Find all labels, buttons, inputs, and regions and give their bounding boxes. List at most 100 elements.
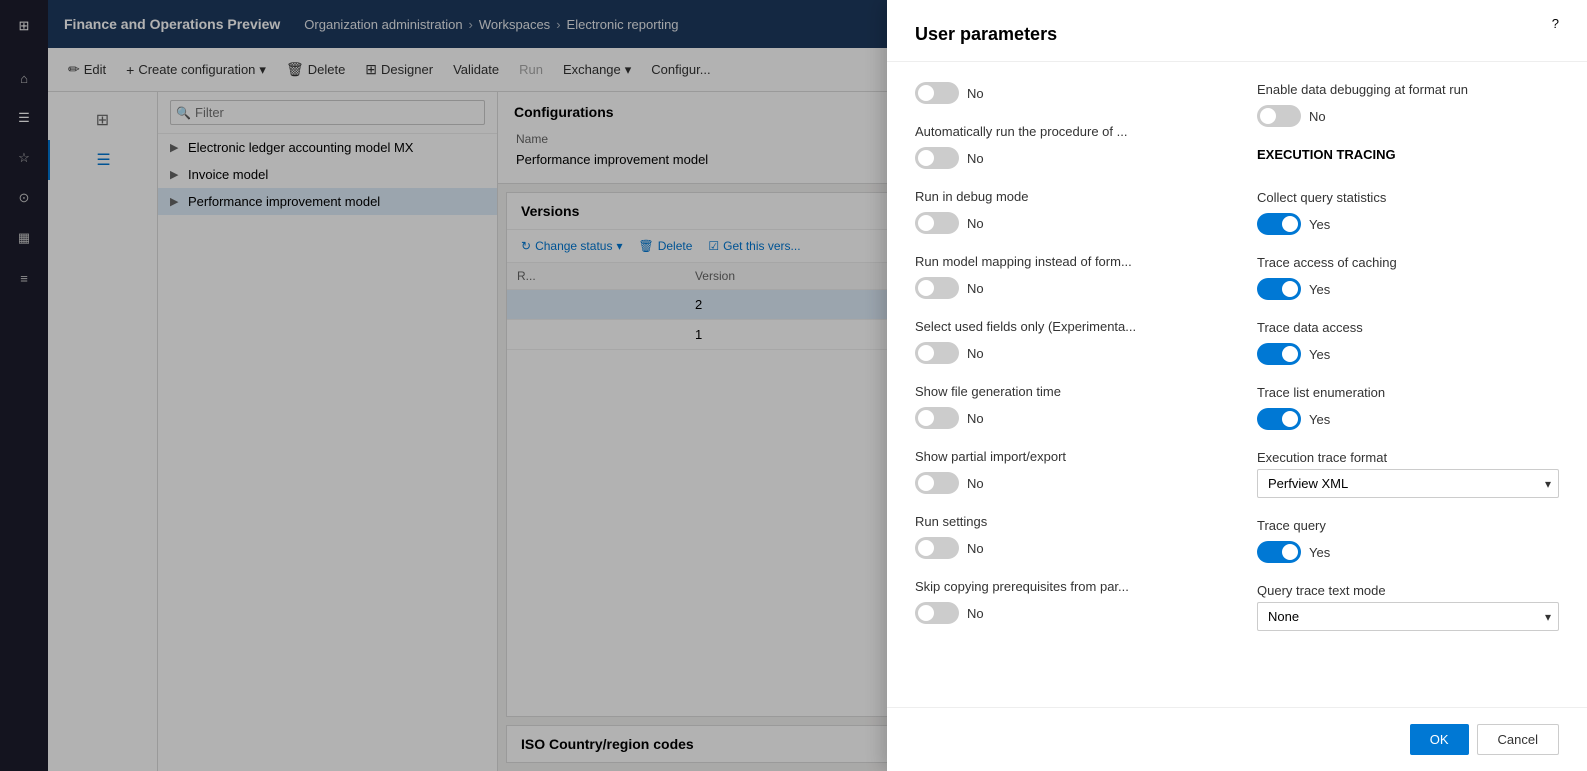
toggle-trace-caching[interactable] [1257, 278, 1301, 300]
toggle-1[interactable] [915, 82, 959, 104]
ok-button[interactable]: OK [1410, 724, 1469, 755]
toggle-row-2: Automatically run the procedure of ... N… [915, 124, 1217, 169]
toggle-label-8: Run settings [915, 514, 1217, 529]
toggle-row-7: Show partial import/export No [915, 449, 1217, 494]
exec-format-wrapper: Perfview XML None ▾ [1257, 469, 1559, 498]
toggle-value-enable-debug: No [1309, 109, 1326, 124]
toggle-control-trace-caching: Yes [1257, 278, 1559, 300]
user-parameters-dialog: ? User parameters No [887, 0, 1587, 771]
toggle-row-6: Show file generation time No [915, 384, 1217, 429]
toggle-value-collect-query: Yes [1309, 217, 1330, 232]
toggle-4[interactable] [915, 277, 959, 299]
toggle-thumb-8 [918, 540, 934, 556]
toggle-trace-query[interactable] [1257, 541, 1301, 563]
toggle-label-trace-list: Trace list enumeration [1257, 385, 1559, 400]
toggle-control-6: No [915, 407, 1217, 429]
toggle-row-collect-query: Collect query statistics Yes [1257, 190, 1559, 235]
dialog-left-col: No Automatically run the procedure of ..… [915, 82, 1217, 687]
toggle-7[interactable] [915, 472, 959, 494]
toggle-control-5: No [915, 342, 1217, 364]
toggle-track-enable-debug[interactable] [1257, 105, 1301, 127]
exec-format-label: Execution trace format [1257, 450, 1559, 465]
toggle-track-trace-data[interactable] [1257, 343, 1301, 365]
toggle-track-trace-query[interactable] [1257, 541, 1301, 563]
toggle-value-4: No [967, 281, 984, 296]
exec-format-select[interactable]: Perfview XML None [1257, 469, 1559, 498]
toggle-value-8: No [967, 541, 984, 556]
toggle-track-9[interactable] [915, 602, 959, 624]
toggle-thumb-enable-debug [1260, 108, 1276, 124]
toggle-label-5: Select used fields only (Experimenta... [915, 319, 1217, 334]
toggle-label-9: Skip copying prerequisites from par... [915, 579, 1217, 594]
toggle-label-collect-query: Collect query statistics [1257, 190, 1559, 205]
toggle-value-6: No [967, 411, 984, 426]
toggle-thumb-collect-query [1282, 216, 1298, 232]
toggle-row-trace-list: Trace list enumeration Yes [1257, 385, 1559, 430]
toggle-control-9: No [915, 602, 1217, 624]
query-trace-mode-control: Query trace text mode None Perfview XML … [1257, 583, 1559, 631]
toggle-track-2[interactable] [915, 147, 959, 169]
toggle-control-enable-debug: No [1257, 105, 1559, 127]
toggle-thumb-3 [918, 215, 934, 231]
dialog-right-col: Enable data debugging at format run No E… [1257, 82, 1559, 687]
toggle-row-trace-data: Trace data access Yes [1257, 320, 1559, 365]
toggle-track-1[interactable] [915, 82, 959, 104]
toggle-row-enable-debug: Enable data debugging at format run No [1257, 82, 1559, 127]
toggle-label-4: Run model mapping instead of form... [915, 254, 1217, 269]
toggle-row-9: Skip copying prerequisites from par... N… [915, 579, 1217, 624]
toggle-control-trace-query: Yes [1257, 541, 1559, 563]
dialog-content: No Automatically run the procedure of ..… [887, 62, 1587, 707]
toggle-row-3: Run in debug mode No [915, 189, 1217, 234]
toggle-value-trace-caching: Yes [1309, 282, 1330, 297]
toggle-6[interactable] [915, 407, 959, 429]
toggle-value-3: No [967, 216, 984, 231]
toggle-thumb-trace-query [1282, 544, 1298, 560]
toggle-row-trace-query: Trace query Yes [1257, 518, 1559, 563]
toggle-control-trace-data: Yes [1257, 343, 1559, 365]
exec-format-control: Execution trace format Perfview XML None… [1257, 450, 1559, 498]
toggle-row-8: Run settings No [915, 514, 1217, 559]
toggle-thumb-trace-caching [1282, 281, 1298, 297]
toggle-track-collect-query[interactable] [1257, 213, 1301, 235]
toggle-track-6[interactable] [915, 407, 959, 429]
help-icon[interactable]: ? [1552, 16, 1559, 31]
toggle-track-8[interactable] [915, 537, 959, 559]
execution-tracing-title: EXECUTION TRACING [1257, 147, 1559, 162]
toggle-track-3[interactable] [915, 212, 959, 234]
toggle-control-1: No [915, 82, 1217, 104]
cancel-button[interactable]: Cancel [1477, 724, 1559, 755]
toggle-label-2: Automatically run the procedure of ... [915, 124, 1217, 139]
toggle-label-6: Show file generation time [915, 384, 1217, 399]
toggle-track-7[interactable] [915, 472, 959, 494]
toggle-value-9: No [967, 606, 984, 621]
toggle-control-8: No [915, 537, 1217, 559]
toggle-thumb-2 [918, 150, 934, 166]
toggle-value-7: No [967, 476, 984, 491]
toggle-9[interactable] [915, 602, 959, 624]
toggle-3[interactable] [915, 212, 959, 234]
toggle-8[interactable] [915, 537, 959, 559]
toggle-value-1: No [967, 86, 984, 101]
toggle-row-5: Select used fields only (Experimenta... … [915, 319, 1217, 364]
toggle-value-2: No [967, 151, 984, 166]
query-trace-mode-select[interactable]: None Perfview XML [1257, 602, 1559, 631]
toggle-collect-query[interactable] [1257, 213, 1301, 235]
dialog-title: User parameters [887, 0, 1587, 62]
toggle-control-collect-query: Yes [1257, 213, 1559, 235]
toggle-thumb-6 [918, 410, 934, 426]
toggle-track-5[interactable] [915, 342, 959, 364]
toggle-track-trace-caching[interactable] [1257, 278, 1301, 300]
toggle-track-trace-list[interactable] [1257, 408, 1301, 430]
toggle-2[interactable] [915, 147, 959, 169]
toggle-enable-debug[interactable] [1257, 105, 1301, 127]
toggle-control-7: No [915, 472, 1217, 494]
toggle-trace-data[interactable] [1257, 343, 1301, 365]
toggle-track-4[interactable] [915, 277, 959, 299]
toggle-trace-list[interactable] [1257, 408, 1301, 430]
toggle-label-trace-query: Trace query [1257, 518, 1559, 533]
toggle-value-5: No [967, 346, 984, 361]
toggle-thumb-1 [918, 85, 934, 101]
toggle-row-4: Run model mapping instead of form... No [915, 254, 1217, 299]
toggle-5[interactable] [915, 342, 959, 364]
toggle-thumb-5 [918, 345, 934, 361]
